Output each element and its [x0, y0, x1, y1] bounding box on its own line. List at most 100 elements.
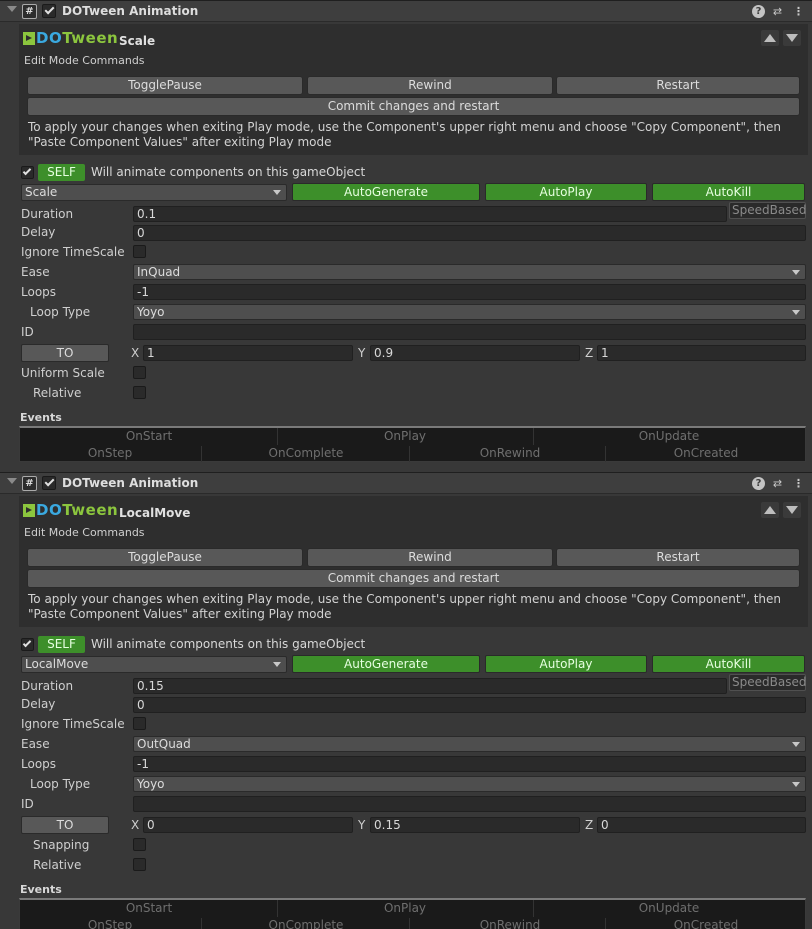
event-onstep[interactable]: OnStep — [50, 918, 170, 929]
event-onplay[interactable]: OnPlay — [336, 429, 474, 443]
loop-type-label: Loop Type — [30, 305, 91, 319]
animation-type-dropdown[interactable]: LocalMove — [21, 656, 287, 673]
preset-icon[interactable]: ⇄ — [771, 5, 784, 18]
loops-label: Loops — [21, 757, 57, 771]
move-down-button[interactable] — [783, 502, 801, 518]
toggle-pause-button[interactable]: TogglePause — [27, 548, 303, 567]
x-field[interactable]: 0 — [143, 817, 353, 833]
z-field[interactable]: 1 — [597, 345, 806, 361]
auto-kill-button[interactable]: AutoKill — [652, 183, 805, 201]
auto-play-button[interactable]: AutoPlay — [485, 183, 647, 201]
duration-label: Duration — [21, 207, 74, 221]
event-onstep[interactable]: OnStep — [50, 446, 170, 460]
event-onupdate[interactable]: OnUpdate — [600, 429, 738, 443]
speed-based-toggle[interactable]: SpeedBased — [729, 674, 806, 691]
edit-mode-label: Edit Mode Commands — [24, 54, 145, 67]
loop-type-dropdown[interactable]: Yoyo — [133, 304, 806, 320]
component-enabled-checkbox[interactable] — [42, 4, 56, 18]
id-field[interactable] — [133, 324, 806, 340]
uniform-scale-label: Uniform Scale — [21, 366, 105, 380]
edit-mode-label: Edit Mode Commands — [24, 526, 145, 539]
loop-type-dropdown[interactable]: Yoyo — [133, 776, 806, 792]
event-onrewind[interactable]: OnRewind — [450, 918, 570, 929]
delay-field[interactable]: 0 — [133, 697, 806, 713]
toggle-pause-button[interactable]: TogglePause — [27, 76, 303, 95]
event-onplay[interactable]: OnPlay — [336, 901, 474, 915]
to-from-button[interactable]: TO — [21, 816, 109, 834]
move-up-button[interactable] — [761, 30, 779, 46]
foldout-arrow-icon[interactable] — [7, 478, 17, 484]
self-checkbox[interactable] — [21, 166, 34, 179]
rewind-button[interactable]: Rewind — [307, 548, 553, 567]
move-down-button[interactable] — [783, 30, 801, 46]
to-from-button[interactable]: TO — [21, 344, 109, 362]
y-label: Y — [358, 346, 366, 360]
context-menu-icon[interactable]: ⋮ — [792, 477, 805, 490]
loops-field[interactable]: -1 — [133, 756, 806, 772]
event-oncreated[interactable]: OnCreated — [646, 446, 766, 460]
auto-generate-button[interactable]: AutoGenerate — [292, 655, 480, 673]
ease-dropdown[interactable]: InQuad — [133, 264, 806, 280]
event-onupdate[interactable]: OnUpdate — [600, 901, 738, 915]
delay-label: Delay — [21, 697, 56, 711]
x-label: X — [131, 818, 140, 832]
commit-restart-button[interactable]: Commit changes and restart — [27, 569, 800, 588]
foldout-arrow-icon[interactable] — [7, 6, 17, 12]
ease-dropdown[interactable]: OutQuad — [133, 736, 806, 752]
event-onstart[interactable]: OnStart — [80, 429, 218, 443]
chevron-down-icon — [792, 742, 800, 747]
self-badge[interactable]: SELF — [38, 636, 85, 653]
chevron-down-icon — [792, 310, 800, 315]
restart-button[interactable]: Restart — [556, 76, 800, 95]
events-toolbar: OnStart OnPlay OnUpdate OnStep OnComplet… — [19, 898, 806, 929]
id-field[interactable] — [133, 796, 806, 812]
uniform-scale-checkbox[interactable] — [133, 366, 146, 379]
self-checkbox[interactable] — [21, 638, 34, 651]
event-onstart[interactable]: OnStart — [80, 901, 218, 915]
relative-label: Relative — [33, 386, 82, 400]
relative-checkbox[interactable] — [133, 386, 146, 399]
z-field[interactable]: 0 — [597, 817, 806, 833]
restart-button[interactable]: Restart — [556, 548, 800, 567]
arrow-up-icon — [764, 34, 776, 42]
duration-field[interactable]: 0.1 — [133, 206, 727, 222]
component-enabled-checkbox[interactable] — [42, 476, 56, 490]
dotween-logo: DOTween — [23, 29, 118, 47]
info-text: To apply your changes when exiting Play … — [28, 592, 782, 621]
duration-field[interactable]: 0.15 — [133, 678, 727, 694]
ignore-timescale-checkbox[interactable] — [133, 245, 146, 258]
help-icon[interactable]: ? — [752, 5, 765, 18]
loops-field[interactable]: -1 — [133, 284, 806, 300]
animation-type-dropdown[interactable]: Scale — [21, 184, 287, 201]
animation-name: Scale — [119, 34, 156, 48]
delay-field[interactable]: 0 — [133, 225, 806, 241]
preset-icon[interactable]: ⇄ — [771, 477, 784, 490]
help-icon[interactable]: ? — [752, 477, 765, 490]
dotween-panel: DOTween Scale Edit Mode Commands ToggleP… — [19, 24, 808, 155]
component-header[interactable]: # DOTween Animation ? ⇄ ⋮ — [0, 0, 812, 22]
self-badge[interactable]: SELF — [38, 164, 85, 181]
relative-checkbox[interactable] — [133, 858, 146, 871]
x-field[interactable]: 1 — [143, 345, 353, 361]
move-up-button[interactable] — [761, 502, 779, 518]
auto-kill-button[interactable]: AutoKill — [652, 655, 805, 673]
event-oncomplete[interactable]: OnComplete — [246, 918, 366, 929]
chevron-down-icon — [792, 270, 800, 275]
commit-restart-button[interactable]: Commit changes and restart — [27, 97, 800, 116]
auto-generate-button[interactable]: AutoGenerate — [292, 183, 480, 201]
ignore-timescale-checkbox[interactable] — [133, 717, 146, 730]
x-label: X — [131, 346, 140, 360]
event-onrewind[interactable]: OnRewind — [450, 446, 570, 460]
context-menu-icon[interactable]: ⋮ — [792, 5, 805, 18]
relative-label: Relative — [33, 858, 82, 872]
component-header[interactable]: # DOTween Animation ? ⇄ ⋮ — [0, 472, 812, 494]
event-oncreated[interactable]: OnCreated — [646, 918, 766, 929]
rewind-button[interactable]: Rewind — [307, 76, 553, 95]
event-oncomplete[interactable]: OnComplete — [246, 446, 366, 460]
y-field[interactable]: 0.9 — [370, 345, 580, 361]
auto-play-button[interactable]: AutoPlay — [485, 655, 647, 673]
speed-based-toggle[interactable]: SpeedBased — [729, 202, 806, 219]
snapping-checkbox[interactable] — [133, 838, 146, 851]
y-field[interactable]: 0.15 — [370, 817, 580, 833]
y-label: Y — [358, 818, 366, 832]
